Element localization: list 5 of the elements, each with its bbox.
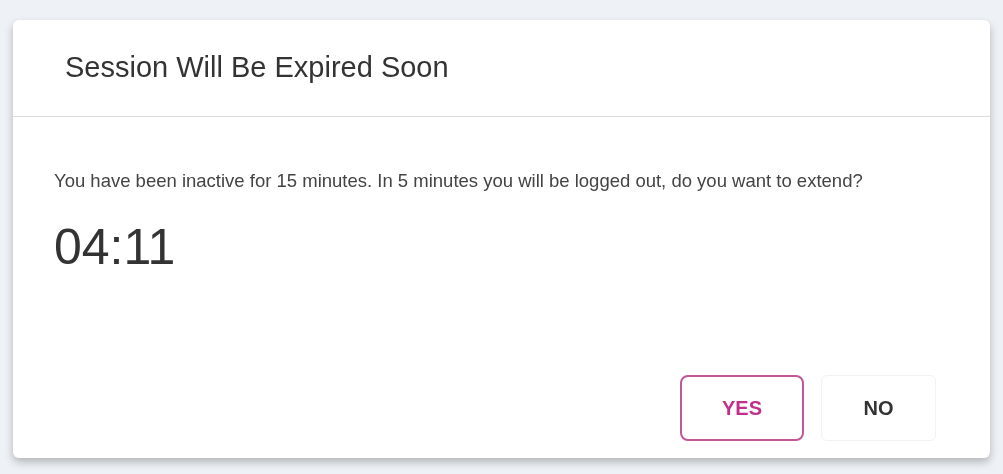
dialog-message: You have been inactive for 15 minutes. In 5 minutes you will be logged out, do you want to extend? bbox=[54, 169, 864, 193]
countdown-timer: 04:11 bbox=[54, 218, 176, 277]
yes-button[interactable]: YES bbox=[680, 375, 804, 441]
dialog-title: Session Will Be Expired Soon bbox=[65, 50, 449, 86]
no-button[interactable]: NO bbox=[821, 375, 936, 441]
